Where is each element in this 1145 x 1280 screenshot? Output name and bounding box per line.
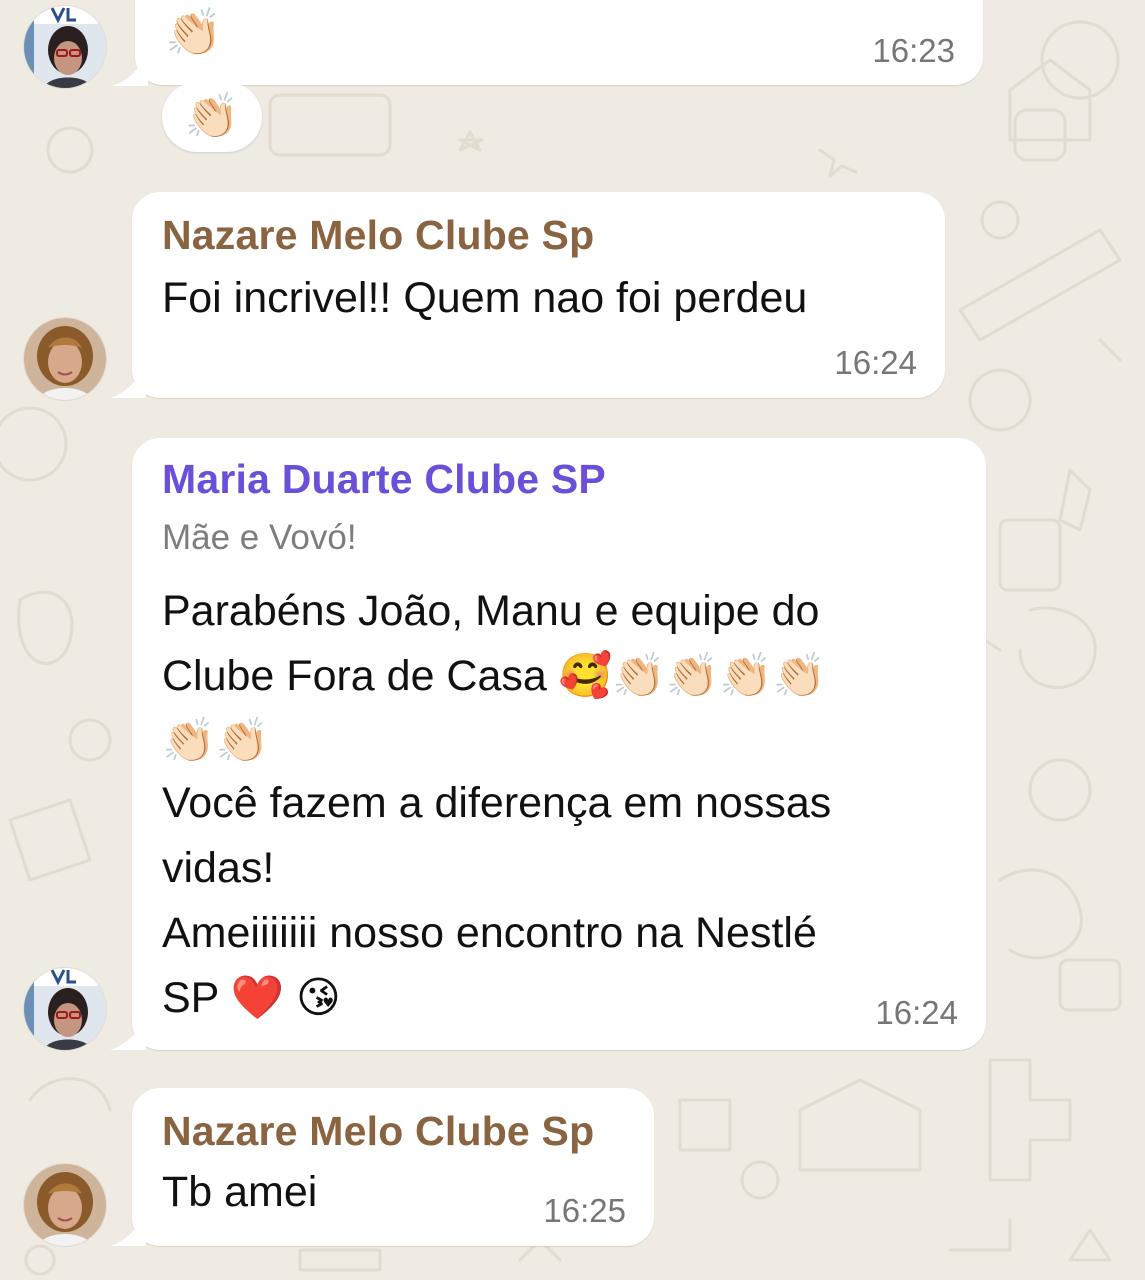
- message-line: vidas!: [162, 844, 275, 892]
- message-line: Você fazem a diferença em nossas: [162, 779, 832, 827]
- sender-status: Mãe e Vovó!: [162, 518, 357, 557]
- message-timestamp: 16:24: [834, 344, 917, 381]
- message-line: Ameiiiiiii nosso encontro na Nestlé: [162, 909, 817, 957]
- bubble-tail: [110, 1210, 146, 1246]
- maria-duarte-avatar-icon: [24, 6, 106, 88]
- message-timestamp: 16:23: [872, 32, 955, 69]
- message-bubble[interactable]: 👏🏻 16:23: [135, 0, 983, 85]
- message-line: SP ❤️ 😘: [162, 974, 341, 1022]
- reaction-badge[interactable]: 👏🏻: [162, 82, 262, 152]
- message-text: Foi incrivel!! Quem nao foi perdeu: [162, 274, 808, 322]
- nazare-melo-avatar-icon: [24, 1164, 106, 1246]
- sender-name[interactable]: Nazare Melo Clube Sp: [162, 1108, 594, 1155]
- sender-avatar[interactable]: [24, 318, 106, 400]
- message-bubble[interactable]: Nazare Melo Clube Sp Foi incrivel!! Quem…: [132, 192, 945, 398]
- clapping-emoji: 👏🏻: [165, 5, 223, 59]
- nazare-melo-avatar-icon: [24, 318, 106, 400]
- sender-name[interactable]: Nazare Melo Clube Sp: [162, 212, 594, 259]
- sender-name[interactable]: Maria Duarte Clube SP: [162, 456, 606, 503]
- sender-avatar[interactable]: [24, 1164, 106, 1246]
- message-text: Tb amei: [162, 1168, 318, 1216]
- message-bubble[interactable]: Nazare Melo Clube Sp Tb amei 16:25: [132, 1088, 654, 1246]
- sender-avatar[interactable]: [24, 6, 106, 88]
- message-timestamp: 16:25: [543, 1192, 626, 1229]
- maria-duarte-avatar-icon: [24, 968, 106, 1050]
- message-line: 👏🏻👏🏻: [162, 717, 270, 765]
- message-line: Clube Fora de Casa 🥰👏🏻👏🏻👏🏻👏🏻: [162, 652, 827, 700]
- message-line: Parabéns João, Manu e equipe do: [162, 587, 820, 635]
- bubble-tail: [112, 50, 148, 86]
- sender-avatar[interactable]: [24, 968, 106, 1050]
- message-bubble[interactable]: Maria Duarte Clube SP Mãe e Vovó! Parabé…: [132, 438, 986, 1050]
- bubble-tail: [110, 362, 146, 398]
- bubble-tail: [110, 1014, 146, 1050]
- message-timestamp: 16:24: [875, 994, 958, 1031]
